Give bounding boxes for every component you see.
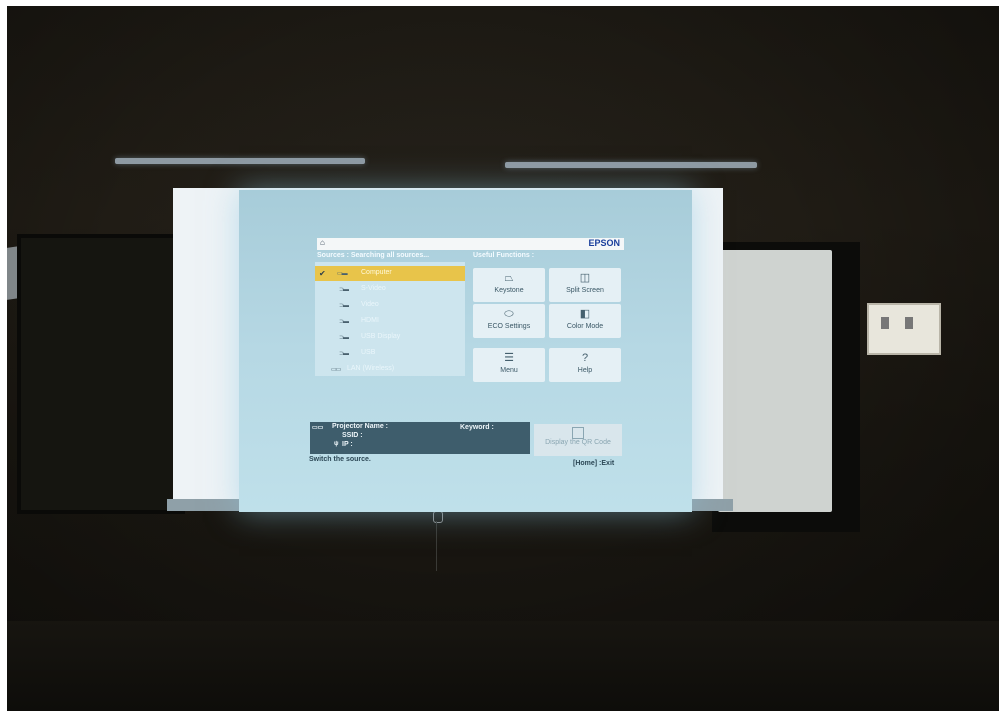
qr-code-icon xyxy=(572,427,584,439)
sources-list: ✔ ▭▬ Computer ⊃▬ S-Video ⊃▬ Video ⊃▬ HDM… xyxy=(315,262,465,376)
switch-toggle xyxy=(881,317,889,329)
sources-header: Sources : Searching all sources... xyxy=(317,252,430,259)
projector-name-label: Projector Name : xyxy=(332,423,389,430)
menu-button[interactable]: ☰ Menu xyxy=(473,348,545,382)
floor-shadow xyxy=(7,621,999,711)
switch-toggle xyxy=(905,317,913,329)
function-label: ECO Settings xyxy=(487,323,531,330)
room-photo: ⌂ EPSON Sources : Searching all sources.… xyxy=(7,6,999,711)
chalkboard-left xyxy=(17,234,185,514)
help-button[interactable]: ? Help xyxy=(549,348,621,382)
whiteboard-panel xyxy=(718,250,832,512)
qr-button-label: Display the QR Code xyxy=(545,439,611,446)
ssid-label: SSID : xyxy=(342,432,363,439)
checkmark-icon: ✔ xyxy=(319,269,326,278)
usb-port-icon: ⊃▬ xyxy=(339,351,349,357)
hdmi-port-icon: ⊃▬ xyxy=(339,319,349,325)
ip-label: IP : xyxy=(342,441,353,448)
screen-rail-right xyxy=(505,162,757,168)
screen-pull-handle xyxy=(433,511,443,523)
wifi-icon: ψ xyxy=(334,441,339,447)
function-label: Color Mode xyxy=(566,323,604,330)
source-label: Computer xyxy=(361,269,392,276)
eco-leaf-icon: ⬭ xyxy=(504,308,514,320)
function-label: Split Screen xyxy=(566,287,604,294)
keyword-label: Keyword : xyxy=(460,424,494,431)
source-item-usb[interactable]: ⊃▬ USB xyxy=(315,346,465,361)
source-label: USB Display xyxy=(361,333,401,340)
menu-list-icon: ☰ xyxy=(504,352,514,364)
source-label: LAN (Wireless) xyxy=(347,365,395,372)
s-video-port-icon: ⊃▬ xyxy=(339,287,349,293)
home-icon: ⌂ xyxy=(320,238,325,247)
screen-rail-left xyxy=(115,158,365,164)
brand-logo: EPSON xyxy=(588,238,620,248)
function-label: Help xyxy=(577,367,593,374)
source-item-computer[interactable]: ✔ ▭▬ Computer xyxy=(315,266,465,281)
source-item-lan-wireless[interactable]: ▭▭ LAN (Wireless) xyxy=(315,362,465,377)
lan-icon: ▭▭ xyxy=(331,367,341,373)
keystone-icon: ⏢ xyxy=(504,272,514,284)
function-label: Keystone xyxy=(494,287,524,294)
pull-cord xyxy=(436,521,437,571)
source-item-hdmi[interactable]: ⊃▬ HDMI xyxy=(315,314,465,329)
source-item-s-video[interactable]: ⊃▬ S-Video xyxy=(315,282,465,297)
chalkboard-right xyxy=(712,242,860,532)
keystone-button[interactable]: ⏢ Keystone xyxy=(473,268,545,302)
useful-functions-header: Useful Functions : xyxy=(473,252,535,259)
color-mode-button[interactable]: ◧ Color Mode xyxy=(549,304,621,338)
lan-icon: ▭▭ xyxy=(312,425,324,431)
exit-hint: [Home] :Exit xyxy=(573,460,615,467)
status-text: Switch the source. xyxy=(309,456,371,463)
source-label: HDMI xyxy=(361,317,379,324)
source-label: Video xyxy=(361,301,379,308)
split-screen-button[interactable]: ◫ Split Screen xyxy=(549,268,621,302)
usb-port-icon: ⊃▬ xyxy=(339,335,349,341)
function-label: Menu xyxy=(500,367,518,374)
projected-home-menu: ⌂ EPSON Sources : Searching all sources.… xyxy=(239,190,692,512)
eco-settings-button[interactable]: ⬭ ECO Settings xyxy=(473,304,545,338)
wall-switchboard xyxy=(867,303,941,355)
split-screen-icon: ◫ xyxy=(579,272,591,284)
help-icon: ? xyxy=(581,352,589,364)
video-port-icon: ⊃▬ xyxy=(339,303,349,309)
display-qr-code-button[interactable]: Display the QR Code xyxy=(534,424,622,456)
computer-port-icon: ▭▬ xyxy=(337,271,348,277)
color-mode-icon: ◧ xyxy=(579,308,591,320)
source-item-usb-display[interactable]: ⊃▬ USB Display xyxy=(315,330,465,345)
source-label: S-Video xyxy=(361,285,386,292)
menu-title-bar: ⌂ EPSON xyxy=(317,238,624,250)
network-info-panel: ▭▭ Projector Name : SSID : ψ IP : Keywor… xyxy=(310,422,530,454)
source-label: USB xyxy=(361,349,376,356)
source-item-video[interactable]: ⊃▬ Video xyxy=(315,298,465,313)
